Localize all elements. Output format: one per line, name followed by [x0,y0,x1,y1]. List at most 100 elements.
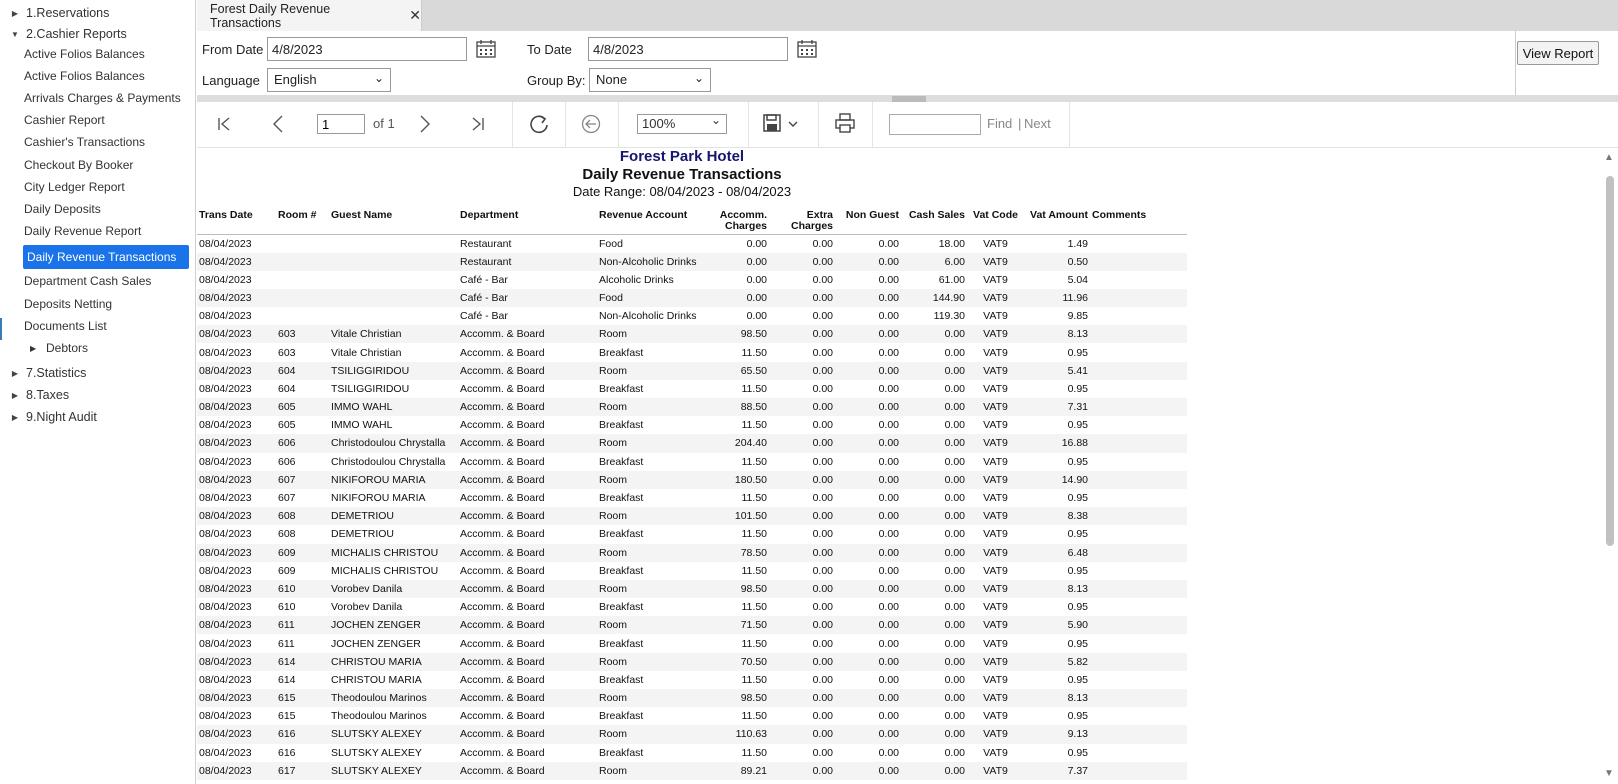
table-cell: 0.00 [901,507,967,526]
zoom-select[interactable]: 100% ⌄ [637,113,727,134]
table-cell: 0.00 [878,673,899,686]
table-cell: Accomm. & Board [458,761,597,780]
table-cell [1090,707,1187,725]
sidebar-item[interactable]: Daily Revenue Report [24,221,141,241]
from-date-input[interactable] [267,37,467,61]
tab-report[interactable]: Forest Daily Revenue Transactions ✕ [197,0,422,31]
table-cell: 0.00 [769,252,835,271]
next-page-icon[interactable] [419,115,431,133]
table-cell: Accomm. & Board [460,673,545,686]
table-cell: 0.00 [835,288,901,308]
sidebar-group-statistics[interactable]: ▶ 7.Statistics [0,363,87,383]
last-page-icon[interactable] [469,116,485,132]
table-cell: 0.00 [835,616,901,635]
sidebar-item[interactable]: Deposits Netting [24,294,112,314]
table-cell: VAT9 [983,601,1008,614]
language-select[interactable]: English ⌄ [267,68,391,92]
table-cell: 0.00 [878,419,899,432]
find-input[interactable] [889,114,981,135]
sidebar-item[interactable]: Cashier's Transactions [24,132,145,152]
sidebar-item[interactable]: City Ledger Report [24,177,125,197]
table-cell: 0.00 [835,652,901,671]
table-cell: 08/04/2023 [199,382,252,395]
table-cell: 5.04 [1067,273,1088,286]
save-icon[interactable] [763,114,781,132]
table-cell: 608 [276,507,329,526]
table-cell: 70.50 [701,652,769,671]
table-cell: 08/04/2023 [199,273,252,286]
table-cell [1090,525,1187,543]
find-button[interactable]: Find [987,116,1012,131]
sidebar-item[interactable]: Department Cash Sales [24,271,151,291]
print-icon[interactable] [835,113,855,133]
close-icon[interactable]: ✕ [409,7,421,24]
sidebar-item[interactable]: Active Folios Balances [24,66,145,86]
table-cell: 0.00 [812,673,833,686]
table-cell: 0.00 [769,325,835,344]
table-cell: VAT9 [967,507,1024,526]
table-cell: Room [597,470,701,489]
first-page-icon[interactable] [217,116,233,132]
table-cell: Christodoulou Chrystalla [331,455,446,468]
table-cell: 0.00 [944,673,965,686]
sidebar-item[interactable]: Active Folios Balances [24,44,145,64]
table-cell: 0.00 [944,637,965,650]
sidebar-item[interactable]: Documents List [24,316,107,336]
find-next-button[interactable]: Next [1024,116,1051,131]
sidebar-group-taxes[interactable]: ▶ 8.Taxes [0,385,69,405]
calendar-icon[interactable] [797,40,817,58]
sidebar-group-night-audit[interactable]: ▶ 9.Night Audit [0,407,97,427]
table-cell: Room [597,689,701,708]
table-cell: 0.95 [1067,528,1088,541]
table-cell: 0.00 [901,361,967,380]
table-cell: 0.00 [835,761,901,780]
group-by-select[interactable]: None ⌄ [589,68,711,92]
chevron-down-icon[interactable] [788,121,798,128]
table-cell: 08/04/2023 [199,746,252,759]
column-header: Room # [276,210,329,235]
scrollbar-thumb[interactable] [1606,176,1614,546]
table-cell: 08/04/2023 [197,434,276,453]
view-report-button[interactable]: View Report [1517,41,1599,65]
table-cell: 0.00 [944,382,965,395]
previous-page-icon[interactable] [272,115,284,133]
sidebar-item-selected[interactable]: Daily Revenue Transactions [23,245,189,269]
table-cell: 0.95 [1067,673,1088,686]
table-cell: 0.00 [812,746,833,759]
table-cell: 08/04/2023 [197,579,276,599]
report-scrollbar[interactable]: ▲ ▼ [1601,148,1618,784]
table-cell: VAT9 [983,637,1008,650]
sidebar-item[interactable]: Cashier Report [24,110,105,130]
sidebar-item[interactable]: Daily Deposits [24,199,101,219]
table-cell: Vitale Christian [331,346,402,359]
sidebar-item[interactable]: Arrivals Charges & Payments [24,88,181,108]
calendar-icon[interactable] [476,40,496,58]
table-cell: Room [597,652,701,671]
table-cell: Breakfast [599,455,644,468]
scroll-down-icon[interactable]: ▼ [1604,768,1614,779]
table-cell: VAT9 [983,419,1008,432]
table-cell: 08/04/2023 [197,398,276,417]
table-cell: Room [597,361,701,380]
back-icon[interactable] [581,114,601,134]
table-cell: 144.90 [901,288,967,308]
table-cell: 9.13 [1024,725,1090,744]
table-cell: 78.50 [701,543,769,562]
app-window: ▶ 1.Reservations ▼ 2.Cashier Reports Act… [0,0,1618,784]
table-cell: 08/04/2023 [199,637,252,650]
table-cell [1090,434,1187,453]
table-cell: Accomm. & Board [458,398,597,417]
page-number-input[interactable] [317,114,365,134]
table-cell: VAT9 [967,470,1024,489]
sidebar-item[interactable]: Checkout By Booker [24,155,133,175]
sidebar-group-reservations[interactable]: ▶ 1.Reservations [0,3,109,23]
sidebar-subgroup-debtors[interactable]: ▶ Debtors [30,338,88,358]
refresh-icon[interactable] [528,113,550,135]
table-cell: 616 [278,746,296,759]
scroll-up-icon[interactable]: ▲ [1604,152,1614,163]
sidebar-group-cashier-reports[interactable]: ▼ 2.Cashier Reports [0,24,127,44]
table-cell: 11.50 [741,746,768,759]
to-date-input[interactable] [588,37,788,61]
table-cell: 0.00 [901,398,967,417]
table-cell: 71.50 [701,616,769,635]
